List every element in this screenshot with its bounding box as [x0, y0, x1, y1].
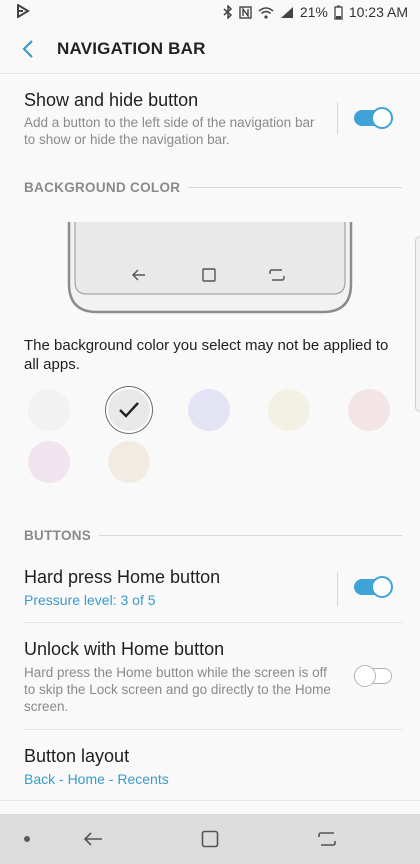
- show-hide-title: Show and hide button: [24, 90, 199, 110]
- unlock-title: Unlock with Home button: [24, 639, 225, 659]
- back-arrow-icon: [22, 39, 33, 58]
- color-swatch[interactable]: [188, 389, 230, 431]
- hard-press-switch[interactable]: [354, 576, 393, 598]
- status-bar: 21% 10:23 AM: [0, 0, 420, 24]
- wifi-icon: [258, 6, 274, 19]
- hard-press-title: Hard press Home button: [24, 567, 221, 587]
- bluetooth-icon: [223, 5, 233, 19]
- section-header-label: BUTTONS: [24, 528, 92, 543]
- nfc-icon: [239, 5, 252, 19]
- color-swatch[interactable]: [268, 389, 310, 431]
- vertical-divider: [337, 102, 338, 134]
- vertical-divider: [337, 572, 338, 606]
- divider: [0, 800, 420, 801]
- show-hide-description: Add a button to the left side of the nav…: [24, 115, 315, 147]
- color-swatch[interactable]: [28, 389, 70, 431]
- show-hide-switch[interactable]: [354, 107, 393, 129]
- color-swatch[interactable]: [348, 389, 390, 431]
- navbar-preview: [66, 222, 354, 314]
- color-swatch[interactable]: [108, 441, 150, 483]
- checkmark-icon: [108, 389, 150, 431]
- divider: [24, 729, 402, 730]
- show-hide-dot-button[interactable]: [24, 836, 30, 842]
- color-swatch[interactable]: [28, 441, 70, 483]
- unlock-switch[interactable]: [354, 665, 392, 687]
- system-navigation-bar: [0, 814, 420, 864]
- divider: [24, 622, 402, 623]
- home-icon: [201, 830, 219, 848]
- scroll-indicator[interactable]: [415, 236, 420, 412]
- button-layout-setting[interactable]: Button layout Back - Home - Recents: [0, 743, 420, 793]
- back-icon: [83, 832, 102, 846]
- page-title: NAVIGATION BAR: [57, 38, 206, 58]
- section-header-background-color: BACKGROUND COLOR: [24, 180, 402, 195]
- section-header-buttons: BUTTONS: [24, 528, 402, 543]
- background-color-note: The background color you select may not …: [24, 337, 389, 373]
- section-header-label: BACKGROUND COLOR: [24, 180, 181, 195]
- unlock-description: Hard press the Home button while the scr…: [24, 665, 331, 714]
- battery-percent: 21%: [299, 4, 328, 20]
- recents-icon: [318, 832, 336, 846]
- pressure-level: Pressure level: 3 of 5: [24, 592, 156, 608]
- button-layout-title: Button layout: [24, 746, 130, 766]
- app-bar: NAVIGATION BAR: [0, 24, 420, 74]
- back-button[interactable]: [0, 24, 56, 74]
- clock: 10:23 AM: [348, 4, 408, 20]
- unlock-home-setting[interactable]: Unlock with Home button Hard press the H…: [0, 636, 420, 718]
- show-hide-setting[interactable]: Show and hide button Add a button to the…: [0, 88, 420, 154]
- play-store-notification-icon: [16, 2, 30, 21]
- button-layout-value: Back - Home - Recents: [24, 771, 169, 787]
- nav-back-button[interactable]: [80, 826, 106, 852]
- signal-icon: [280, 6, 294, 19]
- nav-recents-button[interactable]: [314, 826, 340, 852]
- nav-home-button[interactable]: [197, 826, 223, 852]
- battery-icon: [334, 5, 343, 20]
- color-swatch-selected[interactable]: [108, 389, 150, 431]
- hard-press-setting[interactable]: Hard press Home button Pressure level: 3…: [0, 564, 420, 616]
